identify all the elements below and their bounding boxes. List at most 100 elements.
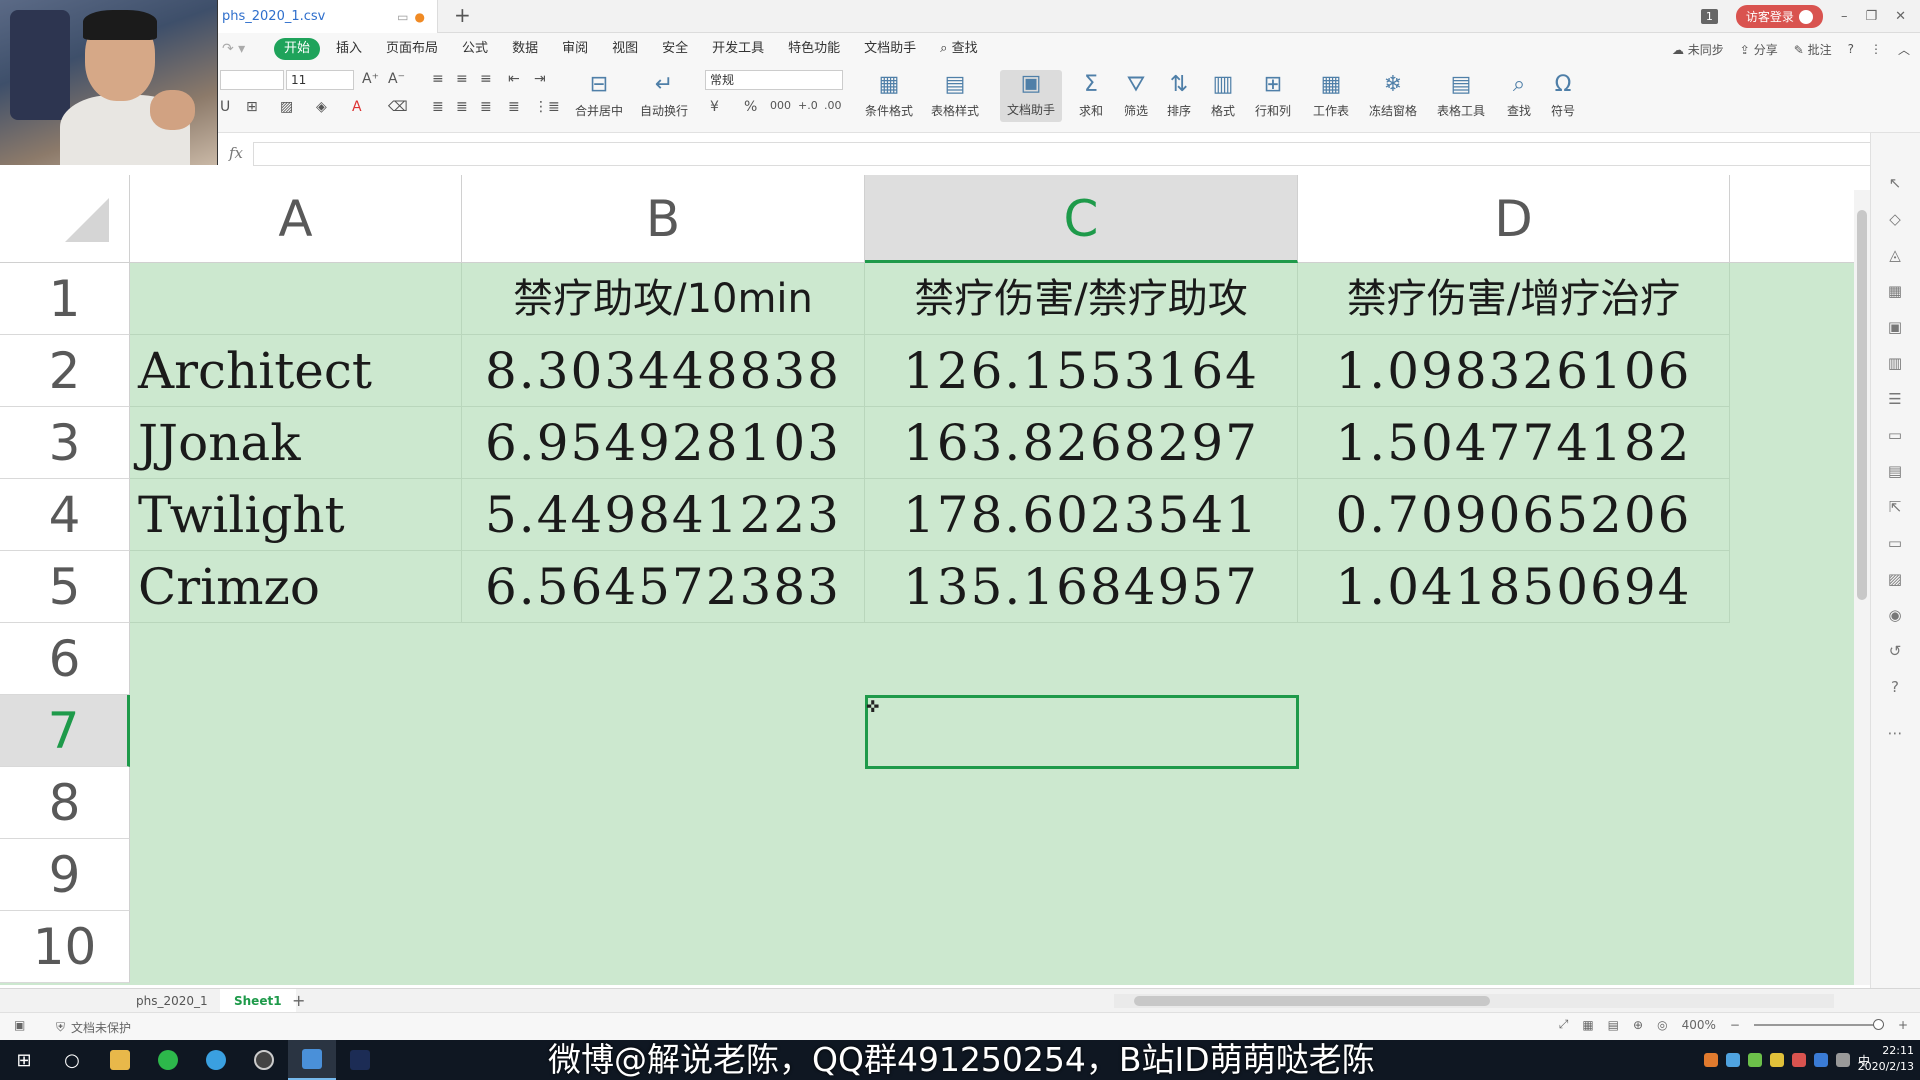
increase-font-icon[interactable]: A⁺	[362, 71, 379, 87]
add-sheet-icon[interactable]: +	[292, 989, 305, 1013]
zoom-level[interactable]: 400%	[1682, 1018, 1716, 1032]
cell-c4[interactable]: 178.6023541	[865, 479, 1298, 551]
archive-icon[interactable]: ▭	[1885, 533, 1905, 553]
sheet-tab-phs[interactable]: phs_2020_1	[122, 989, 222, 1013]
distribute-icon[interactable]: ⋮≣	[534, 99, 560, 115]
tray-app-icon[interactable]	[1703, 1053, 1718, 1067]
table-tools-button[interactable]: ▤ 表格工具	[1430, 71, 1492, 119]
formula-input[interactable]	[253, 142, 1873, 166]
cell-a4[interactable]: Twilight	[130, 479, 462, 551]
selected-cell-c7[interactable]	[865, 695, 1299, 769]
cell-c2[interactable]: 126.1553164	[865, 335, 1298, 407]
cell-d4[interactable]: 0.709065206	[1298, 479, 1730, 551]
comment-button[interactable]: ✎ 批注	[1794, 41, 1832, 58]
currency-icon[interactable]: ¥	[710, 99, 719, 115]
row-header-7[interactable]: 7	[0, 695, 130, 767]
table-style-button[interactable]: ▤ 表格样式	[924, 71, 986, 119]
more-icon[interactable]: ⋮	[1870, 42, 1882, 56]
shapes-icon[interactable]: ◇	[1885, 209, 1905, 229]
cell-style-icon[interactable]: ▨	[280, 99, 293, 115]
grid-icon[interactable]: ▣	[1885, 317, 1905, 337]
menu-review[interactable]: 审阅	[550, 38, 600, 60]
game-app-icon[interactable]	[336, 1040, 384, 1080]
collapse-ribbon-icon[interactable]: ︿	[1898, 41, 1910, 58]
row-header-5[interactable]: 5	[0, 551, 130, 623]
cell-b4[interactable]: 5.449841223	[462, 479, 865, 551]
row-header-6[interactable]: 6	[0, 623, 130, 695]
merge-center-button[interactable]: ⊟ 合并居中	[568, 71, 630, 119]
tray-network-icon[interactable]	[1725, 1053, 1740, 1067]
freeze-panes-button[interactable]: ❄ 冻结窗格	[1362, 71, 1424, 119]
indent-increase-icon[interactable]: ⇥	[534, 71, 546, 87]
window-count-badge[interactable]: 1	[1700, 9, 1718, 24]
underline-icon[interactable]: U	[220, 99, 230, 115]
justify-icon[interactable]: ≣	[508, 99, 520, 115]
cell-c3[interactable]: 163.8268297	[865, 407, 1298, 479]
align-bottom-icon[interactable]: ≡	[480, 71, 492, 87]
horizontal-scroll-thumb[interactable]	[1134, 996, 1490, 1006]
menu-developer[interactable]: 开发工具	[700, 38, 776, 60]
vertical-scrollbar[interactable]	[1854, 190, 1870, 985]
align-middle-icon[interactable]: ≡	[456, 71, 468, 87]
spotify-icon[interactable]	[144, 1040, 192, 1080]
conditional-format-button[interactable]: ▦ 条件格式	[858, 71, 920, 119]
cell-a5[interactable]: Crimzo	[130, 551, 462, 623]
align-right-icon[interactable]: ≣	[480, 99, 492, 115]
menu-home[interactable]: 开始	[274, 38, 321, 60]
restore-icon[interactable]: ❐	[1865, 9, 1877, 24]
more-options-icon[interactable]: ⋯	[1885, 723, 1905, 743]
row-header-2[interactable]: 2	[0, 335, 130, 407]
cell-c5[interactable]: 135.1684957	[865, 551, 1298, 623]
align-center-icon[interactable]: ≣	[456, 99, 468, 115]
tray-bluetooth-icon[interactable]	[1813, 1053, 1828, 1067]
menu-special[interactable]: 特色功能	[776, 38, 852, 60]
sheet-tab-sheet1[interactable]: Sheet1	[220, 989, 296, 1013]
rows-columns-button[interactable]: ⊞ 行和列	[1242, 71, 1304, 119]
cell-d3[interactable]: 1.504774182	[1298, 407, 1730, 479]
cell-b1[interactable]: 禁疗助攻/10min	[462, 263, 865, 335]
cortana-icon[interactable]: ○	[48, 1040, 96, 1080]
minimize-icon[interactable]: –	[1841, 9, 1848, 24]
cell-d5[interactable]: 1.041850694	[1298, 551, 1730, 623]
windows-start-icon[interactable]: ⊞	[0, 1040, 48, 1080]
column-header-e[interactable]	[1730, 175, 1858, 263]
border-icon[interactable]: ⊞	[246, 99, 258, 115]
column-header-b[interactable]: B	[462, 175, 865, 263]
page-break-view-icon[interactable]: ▤	[1608, 1018, 1619, 1032]
zoom-knob[interactable]	[1872, 1018, 1884, 1030]
menu-search[interactable]: ⌕ 查找	[928, 38, 989, 60]
document-tab[interactable]: phs_2020_1.csv ▭ ●	[210, 0, 438, 33]
menu-data[interactable]: 数据	[500, 38, 550, 60]
align-left-icon[interactable]: ≣	[432, 99, 444, 115]
column-header-c[interactable]: C	[865, 175, 1298, 263]
row-header-1[interactable]: 1	[0, 263, 130, 335]
decrease-font-icon[interactable]: A⁻	[388, 71, 405, 87]
new-tab-button[interactable]: +	[454, 3, 471, 27]
image-icon[interactable]: ▨	[1885, 569, 1905, 589]
eye-protection-icon[interactable]: ◎	[1657, 1018, 1667, 1032]
font-size-select[interactable]: 11	[286, 70, 354, 90]
indent-decrease-icon[interactable]: ⇤	[508, 71, 520, 87]
list-icon[interactable]: ☰	[1885, 389, 1905, 409]
column-header-a[interactable]: A	[130, 175, 462, 263]
cell-a3[interactable]: JJonak	[130, 407, 462, 479]
normal-view-icon[interactable]: ▦	[1582, 1018, 1593, 1032]
clear-format-icon[interactable]: ⌫	[388, 99, 408, 115]
redo-icon[interactable]: ↷ ▾	[222, 41, 245, 57]
vertical-scroll-thumb[interactable]	[1857, 210, 1867, 600]
file-icon[interactable]: ▭	[1885, 425, 1905, 445]
menu-security[interactable]: 安全	[650, 38, 700, 60]
menu-formula[interactable]: 公式	[450, 38, 500, 60]
symbol-button[interactable]: Ω 符号	[1532, 71, 1594, 119]
zoom-in-icon[interactable]: +	[1898, 1018, 1908, 1032]
monitor-icon[interactable]: ▭	[397, 10, 408, 24]
row-header-10[interactable]: 10	[0, 911, 130, 983]
history-icon[interactable]: ↺	[1885, 641, 1905, 661]
row-header-3[interactable]: 3	[0, 407, 130, 479]
protection-status[interactable]: ⛨ 文档未保护	[56, 1019, 131, 1036]
thousands-icon[interactable]: 000	[770, 99, 791, 112]
wrap-text-button[interactable]: ↵ 自动换行	[633, 71, 695, 119]
fullscreen-icon[interactable]: ⤢	[1559, 1017, 1569, 1032]
tray-wechat-icon[interactable]	[1747, 1053, 1762, 1067]
wps-app-icon[interactable]	[288, 1040, 336, 1080]
